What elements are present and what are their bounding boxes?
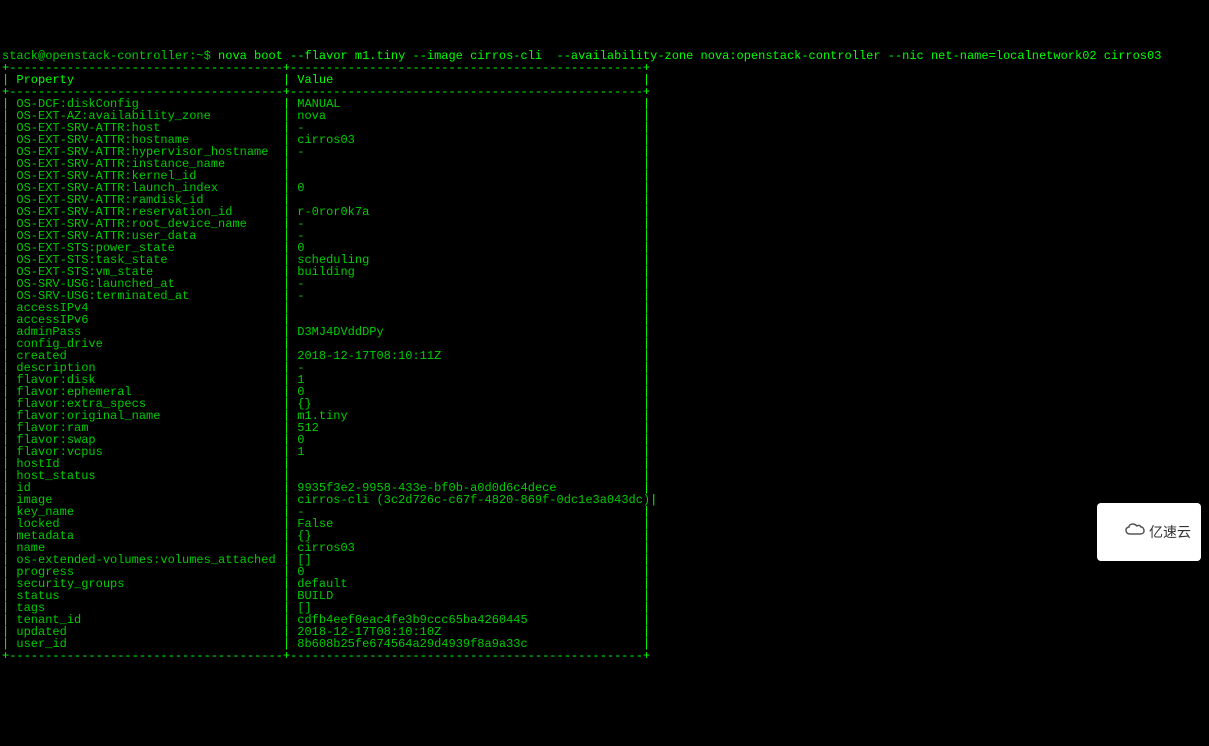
cloud-icon <box>1107 507 1145 557</box>
table-border-bottom: +--------------------------------------+… <box>2 649 650 663</box>
watermark-badge: 亿速云 <box>1097 503 1201 561</box>
terminal-output[interactable]: stack@openstack-controller:~$ nova boot … <box>2 50 1207 662</box>
watermark-text: 亿速云 <box>1149 525 1191 539</box>
